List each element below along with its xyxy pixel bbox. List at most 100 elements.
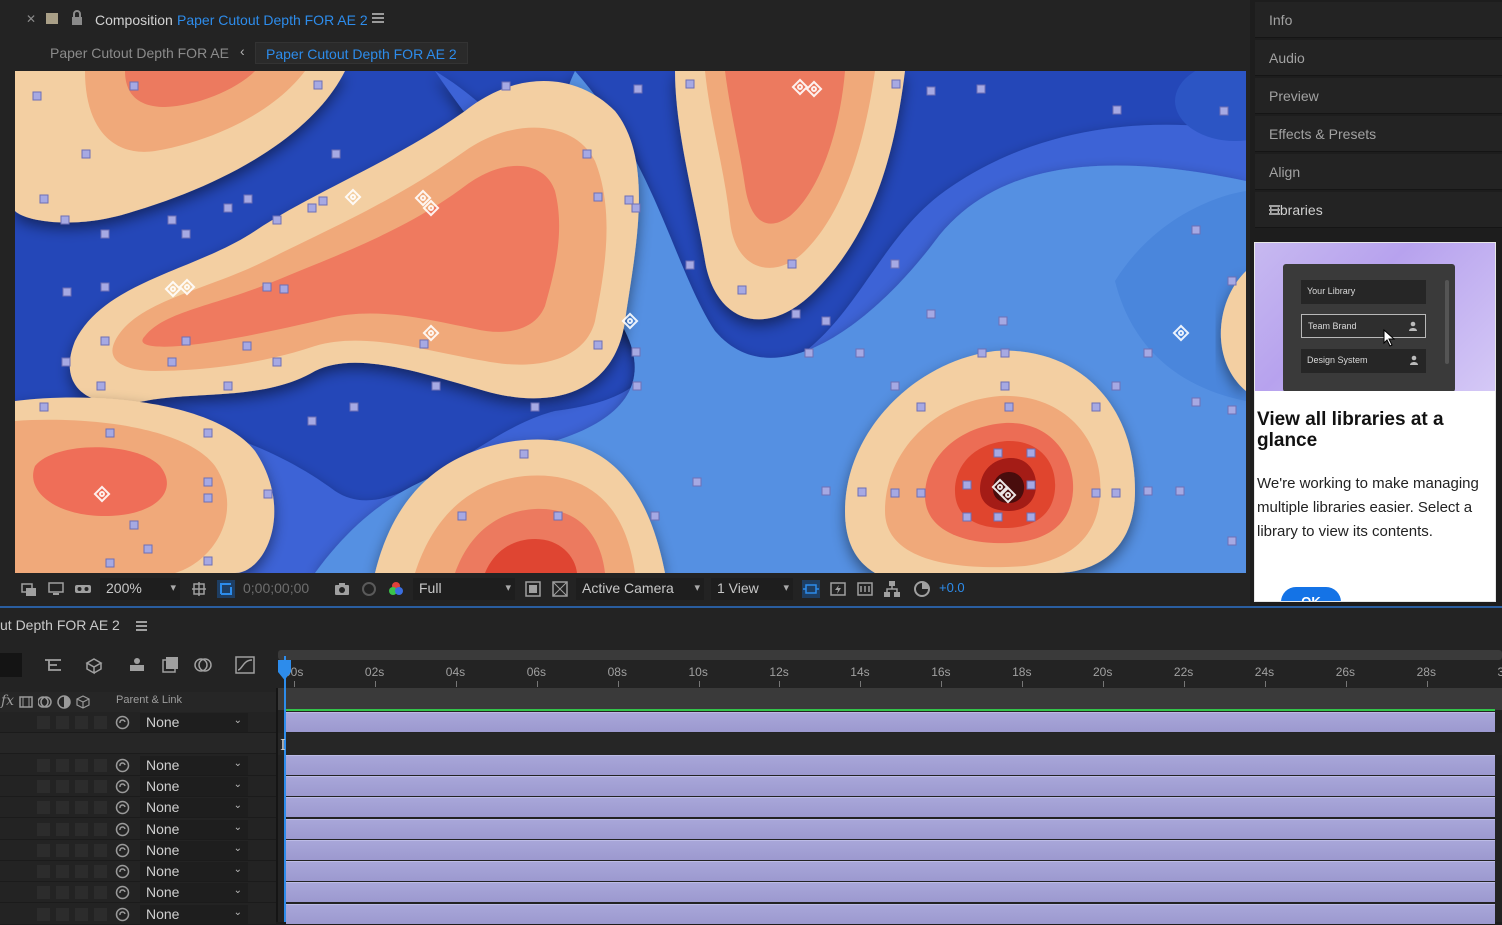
layer-row[interactable]: None⌄ [0, 819, 276, 840]
layer-duration-bar[interactable] [286, 904, 1495, 924]
pick-whip-icon[interactable] [115, 800, 130, 815]
color-channels-icon[interactable] [387, 580, 405, 598]
breadcrumb-current[interactable]: Paper Cutout Depth FOR AE 2 [255, 42, 468, 64]
lock-icon[interactable] [70, 10, 84, 26]
layer-switch[interactable] [94, 865, 107, 878]
panel-tab-info[interactable]: Info [1255, 2, 1502, 38]
layer-switch[interactable] [37, 865, 50, 878]
layer-switch[interactable] [75, 759, 88, 772]
draft-3d-icon[interactable] [84, 655, 104, 675]
layer-search-input[interactable] [0, 653, 22, 677]
work-area-bar[interactable] [278, 688, 1502, 710]
layer-duration-bar[interactable] [286, 797, 1495, 817]
parent-link-column-header[interactable]: Parent & Link [116, 694, 182, 706]
parent-dropdown[interactable]: None⌄ [140, 841, 248, 860]
layer-switch[interactable] [75, 823, 88, 836]
vr-goggles-icon[interactable] [74, 580, 92, 598]
layer-switch[interactable] [75, 801, 88, 814]
pick-whip-icon[interactable] [115, 779, 130, 794]
flowchart-icon[interactable] [883, 580, 901, 598]
always-preview-icon[interactable] [20, 580, 38, 598]
pick-whip-icon[interactable] [115, 758, 130, 773]
layer-switch[interactable] [75, 908, 88, 921]
graph-editor-icon[interactable] [235, 655, 255, 675]
layer-switch[interactable] [75, 865, 88, 878]
layer-row[interactable]: None⌄ [0, 840, 276, 861]
parent-dropdown[interactable]: None⌄ [140, 777, 248, 796]
pick-whip-icon[interactable] [115, 885, 130, 900]
layer-switch[interactable] [37, 716, 50, 729]
layer-duration-bar[interactable] [286, 776, 1495, 796]
layer-switch[interactable] [75, 844, 88, 857]
playhead-handle[interactable] [277, 660, 292, 680]
breadcrumb-parent[interactable]: Paper Cutout Depth FOR AE [50, 45, 229, 61]
layer-switch[interactable] [37, 759, 50, 772]
timeline-icon[interactable] [856, 580, 874, 598]
pick-whip-icon[interactable] [115, 907, 130, 922]
panel-tab-preview[interactable]: Preview [1255, 78, 1502, 114]
show-snapshot-icon[interactable] [360, 580, 378, 598]
layer-row[interactable]: None⌄ [0, 776, 276, 797]
reset-exposure-icon[interactable] [913, 580, 931, 598]
layer-duration-bar[interactable] [286, 840, 1495, 860]
layer-row[interactable]: None⌄ [0, 712, 276, 733]
resolution-dropdown[interactable]: Full ▾ [413, 578, 515, 600]
transparency-toggle-icon[interactable] [551, 580, 569, 598]
layer-switch[interactable] [37, 801, 50, 814]
time-navigator[interactable] [278, 650, 1502, 660]
timecode[interactable]: 0;00;00;00 [243, 580, 309, 596]
parent-dropdown[interactable]: None⌄ [140, 820, 248, 839]
parent-dropdown[interactable]: None⌄ [140, 713, 248, 732]
exposure-value[interactable]: +0.0 [939, 580, 965, 595]
fit-frame-icon[interactable] [190, 580, 208, 598]
layer-switch[interactable] [56, 823, 69, 836]
frame-blending-icon[interactable] [160, 655, 180, 675]
layer-switch[interactable] [94, 886, 107, 899]
layer-switch[interactable] [56, 844, 69, 857]
layer-switch[interactable] [56, 801, 69, 814]
layer-row[interactable] [0, 733, 276, 754]
panel-tab-align[interactable]: Align [1255, 154, 1502, 190]
composition-viewer[interactable] [15, 71, 1246, 573]
layer-switch[interactable] [94, 844, 107, 857]
layer-switch[interactable] [94, 759, 107, 772]
layer-switch[interactable] [75, 886, 88, 899]
composition-name-tab[interactable]: Paper Cutout Depth FOR AE 2 [177, 12, 368, 28]
panel-menu-icon[interactable] [136, 621, 147, 631]
panel-tab-effects-presets[interactable]: Effects & Presets [1255, 116, 1502, 152]
close-icon[interactable]: ✕ [26, 12, 36, 26]
layer-switch[interactable] [75, 780, 88, 793]
composition-mini-flowchart-icon[interactable] [43, 655, 63, 675]
panel-menu-icon[interactable] [1269, 205, 1280, 215]
layer-duration-bar[interactable] [286, 755, 1495, 775]
time-ruler[interactable]: 00s02s04s06s08s10s12s14s16s18s20s22s24s2… [278, 648, 1502, 688]
layer-switch[interactable] [37, 780, 50, 793]
parent-dropdown[interactable]: None⌄ [140, 862, 248, 881]
current-time-indicator[interactable] [284, 656, 286, 922]
parent-dropdown[interactable]: None⌄ [140, 883, 248, 902]
layer-switch[interactable] [37, 908, 50, 921]
layer-switch[interactable] [56, 780, 69, 793]
layer-row[interactable]: None⌄ [0, 797, 276, 818]
label-color-swatch[interactable] [46, 13, 58, 24]
layer-duration-bar[interactable] [286, 882, 1495, 902]
pick-whip-icon[interactable] [115, 864, 130, 879]
layer-row[interactable]: None⌄ [0, 882, 276, 903]
layer-switch[interactable] [94, 801, 107, 814]
shy-layers-icon[interactable] [127, 655, 147, 675]
zoom-dropdown[interactable]: 200% ▾ [100, 578, 180, 600]
layer-switch[interactable] [37, 844, 50, 857]
parent-dropdown[interactable]: None⌄ [140, 798, 248, 817]
layer-duration-bar[interactable] [286, 819, 1495, 839]
timeline-tab[interactable]: ut Depth FOR AE 2 [0, 617, 120, 633]
layer-switch[interactable] [56, 716, 69, 729]
panel-tab-audio[interactable]: Audio [1255, 40, 1502, 76]
parent-dropdown[interactable]: None⌄ [140, 905, 248, 924]
layer-switch[interactable] [94, 780, 107, 793]
layer-switch[interactable] [37, 823, 50, 836]
layer-switch[interactable] [37, 886, 50, 899]
layer-row[interactable]: None⌄ [0, 755, 276, 776]
transparency-grid-icon[interactable] [217, 580, 235, 598]
layer-row[interactable]: None⌄ [0, 861, 276, 882]
motion-blur-icon[interactable] [193, 655, 213, 675]
